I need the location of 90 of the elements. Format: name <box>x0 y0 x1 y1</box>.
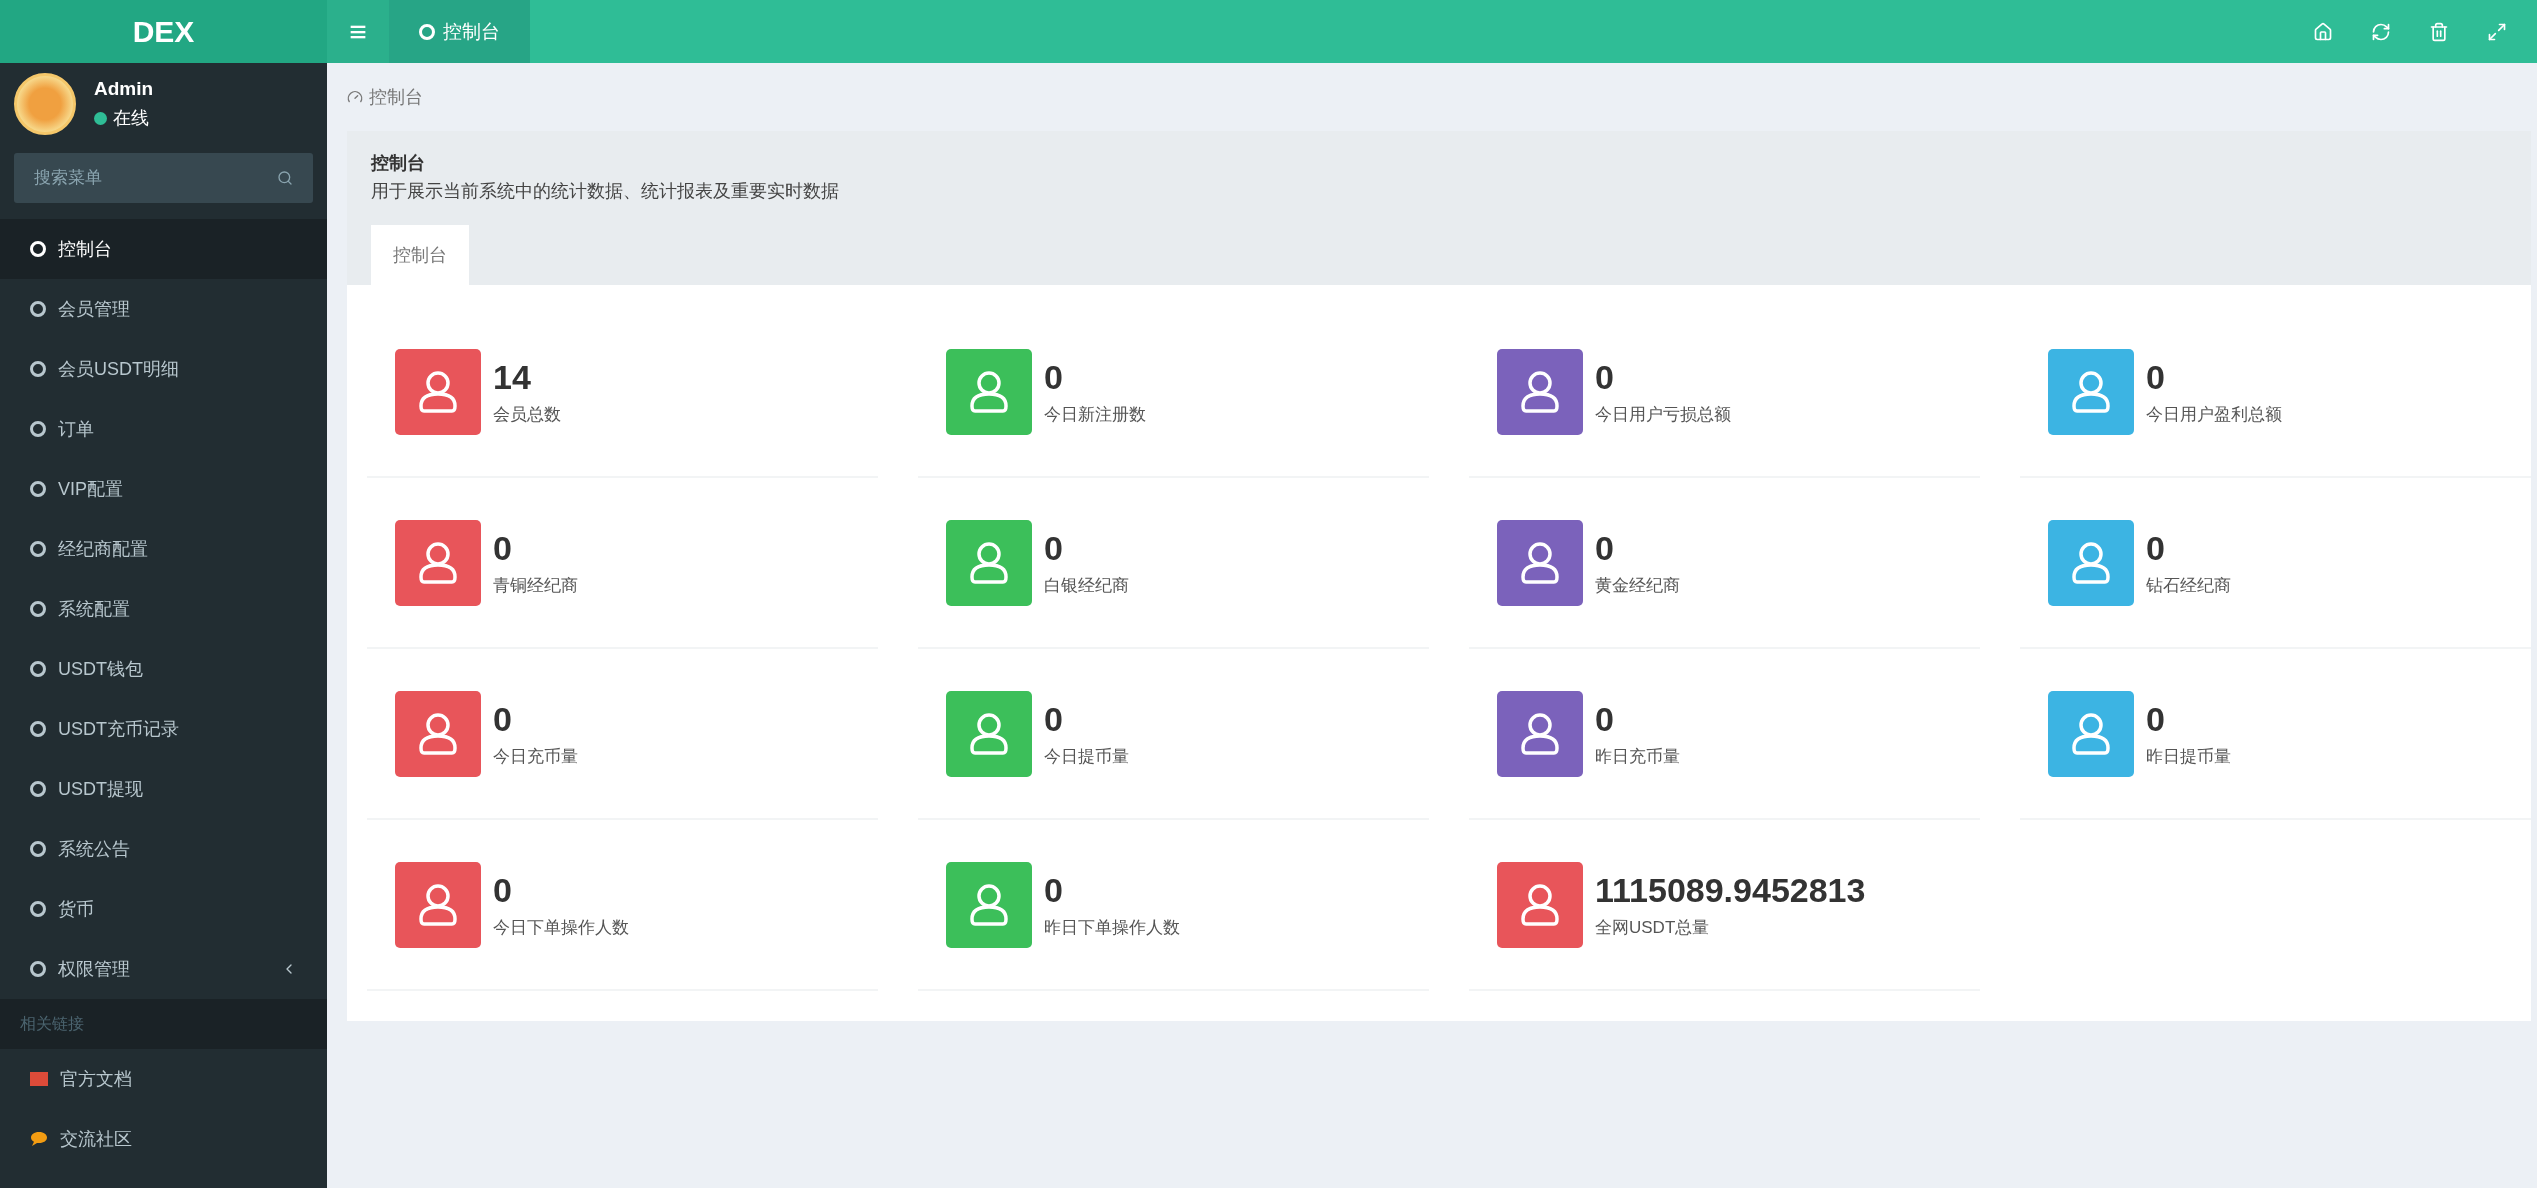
person-icon <box>2071 369 2111 414</box>
stat-label: 白银经纪商 <box>1044 574 1129 597</box>
fullscreen-icon[interactable] <box>2487 21 2507 42</box>
person-icon <box>969 711 1009 756</box>
breadcrumb: 控制台 <box>369 86 423 109</box>
stat-label: 全网USDT总量 <box>1595 916 1711 939</box>
person-icon <box>2071 540 2111 585</box>
stat-label: 今日用户盈利总额 <box>2146 403 2282 426</box>
person-icon <box>969 369 1009 414</box>
stat-label: 今日充币量 <box>493 745 578 768</box>
sidebar-item[interactable]: 权限管理 <box>0 939 327 999</box>
sidebar-item[interactable]: 系统公告 <box>0 819 327 879</box>
stat-label: 昨日充币量 <box>1595 745 1680 768</box>
book-icon <box>30 1072 48 1086</box>
stat-value: 0 <box>1595 357 1615 397</box>
panel-description: 用于展示当前系统中的统计数据、统计报表及重要实时数据 <box>371 180 840 203</box>
speech-bubble-icon <box>30 1131 48 1147</box>
person-icon <box>1520 711 1560 756</box>
person-icon <box>2071 711 2111 756</box>
stat-value: 0 <box>1044 699 1064 739</box>
stat-label: 会员总数 <box>493 403 561 426</box>
circle-icon <box>30 781 46 797</box>
stat-value: 0 <box>1595 528 1615 568</box>
stat-value: 0 <box>493 528 513 568</box>
sidebar-item[interactable]: 控制台 <box>0 219 327 279</box>
person-icon <box>418 540 458 585</box>
dashboard-icon <box>347 89 363 105</box>
person-icon <box>418 882 458 927</box>
sidebar-item[interactable]: 经纪商配置 <box>0 519 327 579</box>
stat-value: 0 <box>493 699 513 739</box>
circle-icon <box>30 541 46 557</box>
stat-value: 0 <box>1595 699 1615 739</box>
circle-icon <box>30 661 46 677</box>
stat-value: 14 <box>493 357 532 397</box>
stat-label: 今日提币量 <box>1044 745 1129 768</box>
sidebar-item[interactable]: 系统配置 <box>0 579 327 639</box>
stat-value: 0 <box>1044 528 1064 568</box>
circle-icon <box>30 301 46 317</box>
person-icon <box>1520 540 1560 585</box>
stat-label: 今日下单操作人数 <box>493 916 629 939</box>
circle-icon <box>30 961 46 977</box>
app-logo: DEX <box>0 0 327 63</box>
stat-value: 1115089.9452813 <box>1595 870 1866 910</box>
person-icon <box>1520 882 1560 927</box>
person-icon <box>969 540 1009 585</box>
person-icon <box>1520 369 1560 414</box>
sidebar-item[interactable]: USDT提现 <box>0 759 327 819</box>
stat-value: 0 <box>1044 870 1064 910</box>
sidebar-item[interactable]: 会员管理 <box>0 279 327 339</box>
stat-value: 0 <box>1044 357 1064 397</box>
sidebar-item[interactable]: USDT钱包 <box>0 639 327 699</box>
stat-label: 今日用户亏损总额 <box>1595 403 1731 426</box>
panel-title: 控制台 <box>371 152 426 175</box>
sidebar-link[interactable]: 交流社区 <box>0 1109 327 1169</box>
section-heading: 相关链接 <box>0 999 327 1049</box>
person-icon <box>418 711 458 756</box>
search-field[interactable]: 搜索菜单 <box>14 153 313 203</box>
circle-icon <box>30 361 46 377</box>
circle-icon <box>30 841 46 857</box>
stat-label: 青铜经纪商 <box>493 574 578 597</box>
stat-label: 钻石经纪商 <box>2146 574 2231 597</box>
search-icon <box>277 170 293 186</box>
sidebar-item[interactable]: 订单 <box>0 399 327 459</box>
sidebar-item[interactable]: 会员USDT明细 <box>0 339 327 399</box>
stat-value: 0 <box>2146 357 2166 397</box>
circle-icon <box>30 241 46 257</box>
stat-value: 0 <box>493 870 513 910</box>
stat-label: 黄金经纪商 <box>1595 574 1680 597</box>
home-icon[interactable] <box>2313 21 2333 42</box>
stat-label: 今日新注册数 <box>1044 403 1146 426</box>
stat-label: 昨日提币量 <box>2146 745 2231 768</box>
circle-icon <box>30 481 46 497</box>
circle-icon <box>30 901 46 917</box>
circle-icon <box>30 721 46 737</box>
trash-icon[interactable] <box>2429 21 2449 42</box>
panel-tab[interactable]: 控制台 <box>371 225 469 285</box>
user-name: Admin <box>94 78 154 100</box>
sidebar-link[interactable]: 官方文档 <box>0 1049 327 1109</box>
person-icon <box>418 369 458 414</box>
sidebar-item[interactable]: 货币 <box>0 879 327 939</box>
stat-value: 0 <box>2146 528 2166 568</box>
stat-label: 昨日下单操作人数 <box>1044 916 1180 939</box>
stat-value: 0 <box>2146 699 2166 739</box>
sidebar-item[interactable]: VIP配置 <box>0 459 327 519</box>
person-icon <box>969 882 1009 927</box>
refresh-icon[interactable] <box>2371 21 2391 42</box>
sidebar-item[interactable]: USDT充币记录 <box>0 699 327 759</box>
user-status: 在线 <box>113 107 149 130</box>
circle-icon <box>30 421 46 437</box>
circle-icon <box>30 601 46 617</box>
